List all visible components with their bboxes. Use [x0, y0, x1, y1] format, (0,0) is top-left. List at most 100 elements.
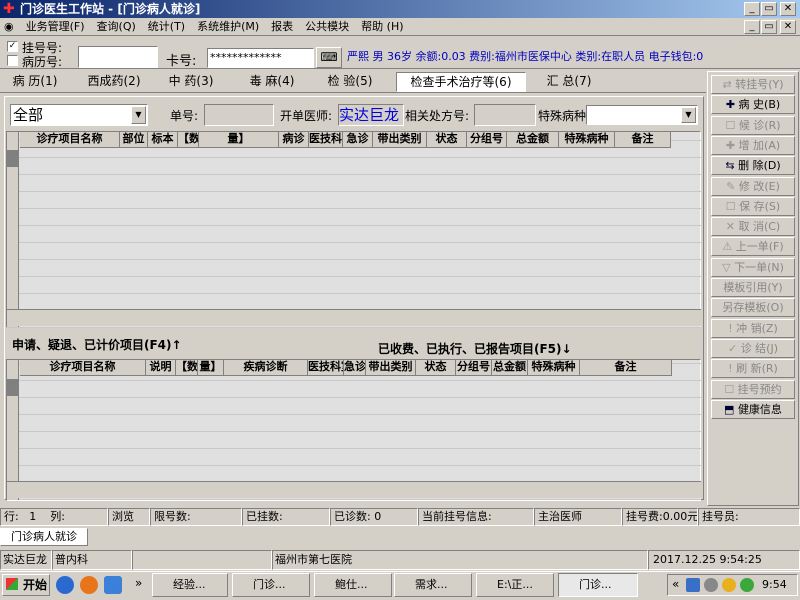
record-checkbox[interactable]	[7, 55, 18, 66]
taskbar-item-1[interactable]: 门诊...	[232, 573, 310, 597]
menu-business[interactable]: 业务管理(F)	[20, 18, 91, 35]
child-close-button[interactable]: ✕	[780, 20, 796, 34]
grid-bottom-header-0[interactable]: 诊疗项目名称	[20, 360, 146, 376]
sidebar-reverse-button[interactable]: ! 冲 销(Z)	[711, 318, 795, 338]
grid-top-header-5[interactable]: 病诊	[279, 132, 309, 148]
grid-top-header-7[interactable]: 急诊	[343, 132, 373, 148]
status-limit: 限号数:	[150, 508, 242, 526]
sidebar-prev-order-button[interactable]: ⚠ 上一单(F)	[711, 237, 795, 257]
sidebar-cancel-button[interactable]: ✕ 取 消(C)	[711, 217, 795, 237]
health-info-icon: ⬒	[724, 402, 738, 416]
tab-western-medicine[interactable]: 西成药(2)	[80, 72, 148, 92]
menu-system[interactable]: 系统维护(M)	[191, 18, 265, 35]
disease-dropdown-icon[interactable]: ▼	[681, 107, 696, 123]
grid-top-header-8[interactable]: 带出类别	[373, 132, 427, 148]
category-select[interactable]: 全部	[10, 104, 148, 126]
sidebar-transfer-reg-button[interactable]: ⇄ 转挂号(Y)	[711, 75, 795, 94]
grid-bottom-header-7[interactable]: 带出类别	[366, 360, 416, 376]
tab-narcotics[interactable]: 毒 麻(4)	[240, 72, 304, 92]
sidebar-next-order-button[interactable]: ▽ 下一单(N)	[711, 257, 795, 277]
close-button[interactable]: ✕	[780, 2, 796, 16]
tray-expand-icon[interactable]: «	[672, 577, 679, 591]
tray-volume-icon[interactable]	[704, 578, 718, 592]
sidebar-template-use-button[interactable]: 模板引用(Y)	[711, 278, 795, 297]
card-input[interactable]: *************	[207, 48, 314, 68]
sidebar-history-button[interactable]: ✚ 病 史(B)	[711, 95, 795, 115]
reg-checkbox[interactable]: ✓	[7, 41, 18, 52]
cancel-icon: ✕	[725, 220, 739, 234]
grid-bottom-header-4[interactable]: 疾病诊断	[224, 360, 308, 376]
sidebar-edit-button[interactable]: ✎ 修 改(E)	[711, 176, 795, 196]
related-label: 相关处方号:	[405, 109, 470, 123]
taskbar-item-3[interactable]: 需求...	[394, 573, 472, 597]
grid-top-header-2[interactable]: 标本	[148, 132, 178, 148]
tab-summary[interactable]: 汇 总(7)	[536, 72, 602, 92]
tray-update-icon[interactable]	[740, 578, 754, 592]
sidebar-reg-appointment-button[interactable]: ☐ 挂号预约	[711, 379, 795, 399]
taskbar-item-2[interactable]: 鲍仕...	[314, 573, 392, 597]
reg-number-input[interactable]	[78, 46, 158, 68]
child-minimize-button[interactable]: _	[744, 20, 760, 34]
grid-top-header-10[interactable]: 分组号	[467, 132, 507, 148]
charged-items-label[interactable]: 已收费、已执行、已报告项目(F5)↓	[378, 340, 572, 357]
tab-exam-surgery[interactable]: 检查手术治疗等(6)	[396, 72, 526, 92]
grid-top-header-11[interactable]: 总金额	[507, 132, 559, 148]
grid-bottom-header-11[interactable]: 特殊病种	[528, 360, 580, 376]
sidebar-save-button[interactable]: ☐ 保 存(S)	[711, 196, 795, 216]
tab-chinese-medicine[interactable]: 中 药(3)	[160, 72, 222, 92]
grid-bottom-header-9[interactable]: 分组号	[456, 360, 492, 376]
grid-top-header-12[interactable]: 特殊病种	[559, 132, 615, 148]
menu-reports[interactable]: 报表	[265, 18, 299, 35]
menu-public[interactable]: 公共模块	[299, 18, 355, 35]
bottom-grid-hscroll[interactable]	[7, 481, 701, 498]
status-mode: 浏览	[108, 508, 150, 526]
menu-stats[interactable]: 统计(T)	[142, 18, 191, 35]
sidebar-close-visit-button[interactable]: ✓ 诊 结(J)	[711, 338, 795, 358]
quicklaunch-ie-icon[interactable]	[56, 576, 74, 594]
menu-help[interactable]: 帮助 (H)	[355, 18, 409, 35]
taskbar-item-4[interactable]: E:\正...	[476, 573, 554, 597]
taskbar-overflow-icon[interactable]: »	[135, 576, 142, 590]
grid-top-header-1[interactable]: 部位	[120, 132, 148, 148]
sidebar-refresh-button[interactable]: ! 刷 新(R)	[711, 359, 795, 379]
grid-bottom-header-3[interactable]: 量】	[198, 360, 224, 376]
pending-items-label[interactable]: 申请、疑退、已计价项目(F4)↑	[12, 336, 182, 353]
menu-query[interactable]: 查询(Q)	[91, 18, 142, 35]
taskbar-item-0[interactable]: 经验...	[152, 573, 228, 597]
card-reader-icon[interactable]: ⌨	[316, 47, 342, 68]
grid-top-header-6[interactable]: 医技科室	[309, 132, 343, 148]
tray-network-icon[interactable]	[686, 578, 700, 592]
grid-top-header-13[interactable]: 备注	[615, 132, 671, 148]
minimize-button[interactable]: _	[744, 2, 760, 16]
grid-bottom-header-6[interactable]: 急诊	[344, 360, 366, 376]
top-grid-hscroll[interactable]	[7, 309, 701, 326]
grid-bottom-header-1[interactable]: 说明	[146, 360, 176, 376]
top-grid-lines	[7, 132, 701, 328]
category-dropdown-icon[interactable]: ▼	[131, 106, 146, 124]
grid-top-header-0[interactable]: 诊疗项目名称	[20, 132, 120, 148]
maximize-button[interactable]: ▭	[761, 2, 777, 16]
next-order-icon: ▽	[722, 260, 735, 274]
quicklaunch-browser-icon[interactable]	[104, 576, 122, 594]
footer-dept: 普内科	[52, 550, 132, 570]
grid-top-header-3[interactable]: 【数	[178, 132, 199, 148]
grid-top-header-4[interactable]: 量】	[199, 132, 279, 148]
tab-lab[interactable]: 检 验(5)	[318, 72, 382, 92]
sidebar-add-button[interactable]: ✚ 增 加(A)	[711, 135, 795, 155]
child-restore-button[interactable]: ▭	[761, 20, 777, 34]
quicklaunch-firefox-icon[interactable]	[80, 576, 98, 594]
grid-bottom-header-2[interactable]: 【数	[176, 360, 198, 376]
grid-bottom-header-12[interactable]: 备注	[580, 360, 672, 376]
sidebar-delete-button[interactable]: ⇆ 删 除(D)	[711, 156, 795, 176]
tray-security-icon[interactable]	[722, 578, 736, 592]
sidebar-waiting-button[interactable]: ☐ 候 诊(R)	[711, 115, 795, 135]
grid-top-header-9[interactable]: 状态	[427, 132, 467, 148]
sidebar-template-save-button[interactable]: 另存模板(O)	[711, 298, 795, 318]
taskbar-item-5[interactable]: 门诊...	[558, 573, 638, 597]
grid-bottom-header-8[interactable]: 状态	[416, 360, 456, 376]
grid-bottom-header-10[interactable]: 总金额	[492, 360, 528, 376]
doc-tab[interactable]: 门诊病人就诊	[0, 528, 88, 546]
tab-medical-record[interactable]: 病 历(1)	[2, 72, 68, 92]
grid-bottom-header-5[interactable]: 医技科室	[308, 360, 344, 376]
sidebar-health-info-button[interactable]: ⬒ 健康信息	[711, 399, 795, 419]
